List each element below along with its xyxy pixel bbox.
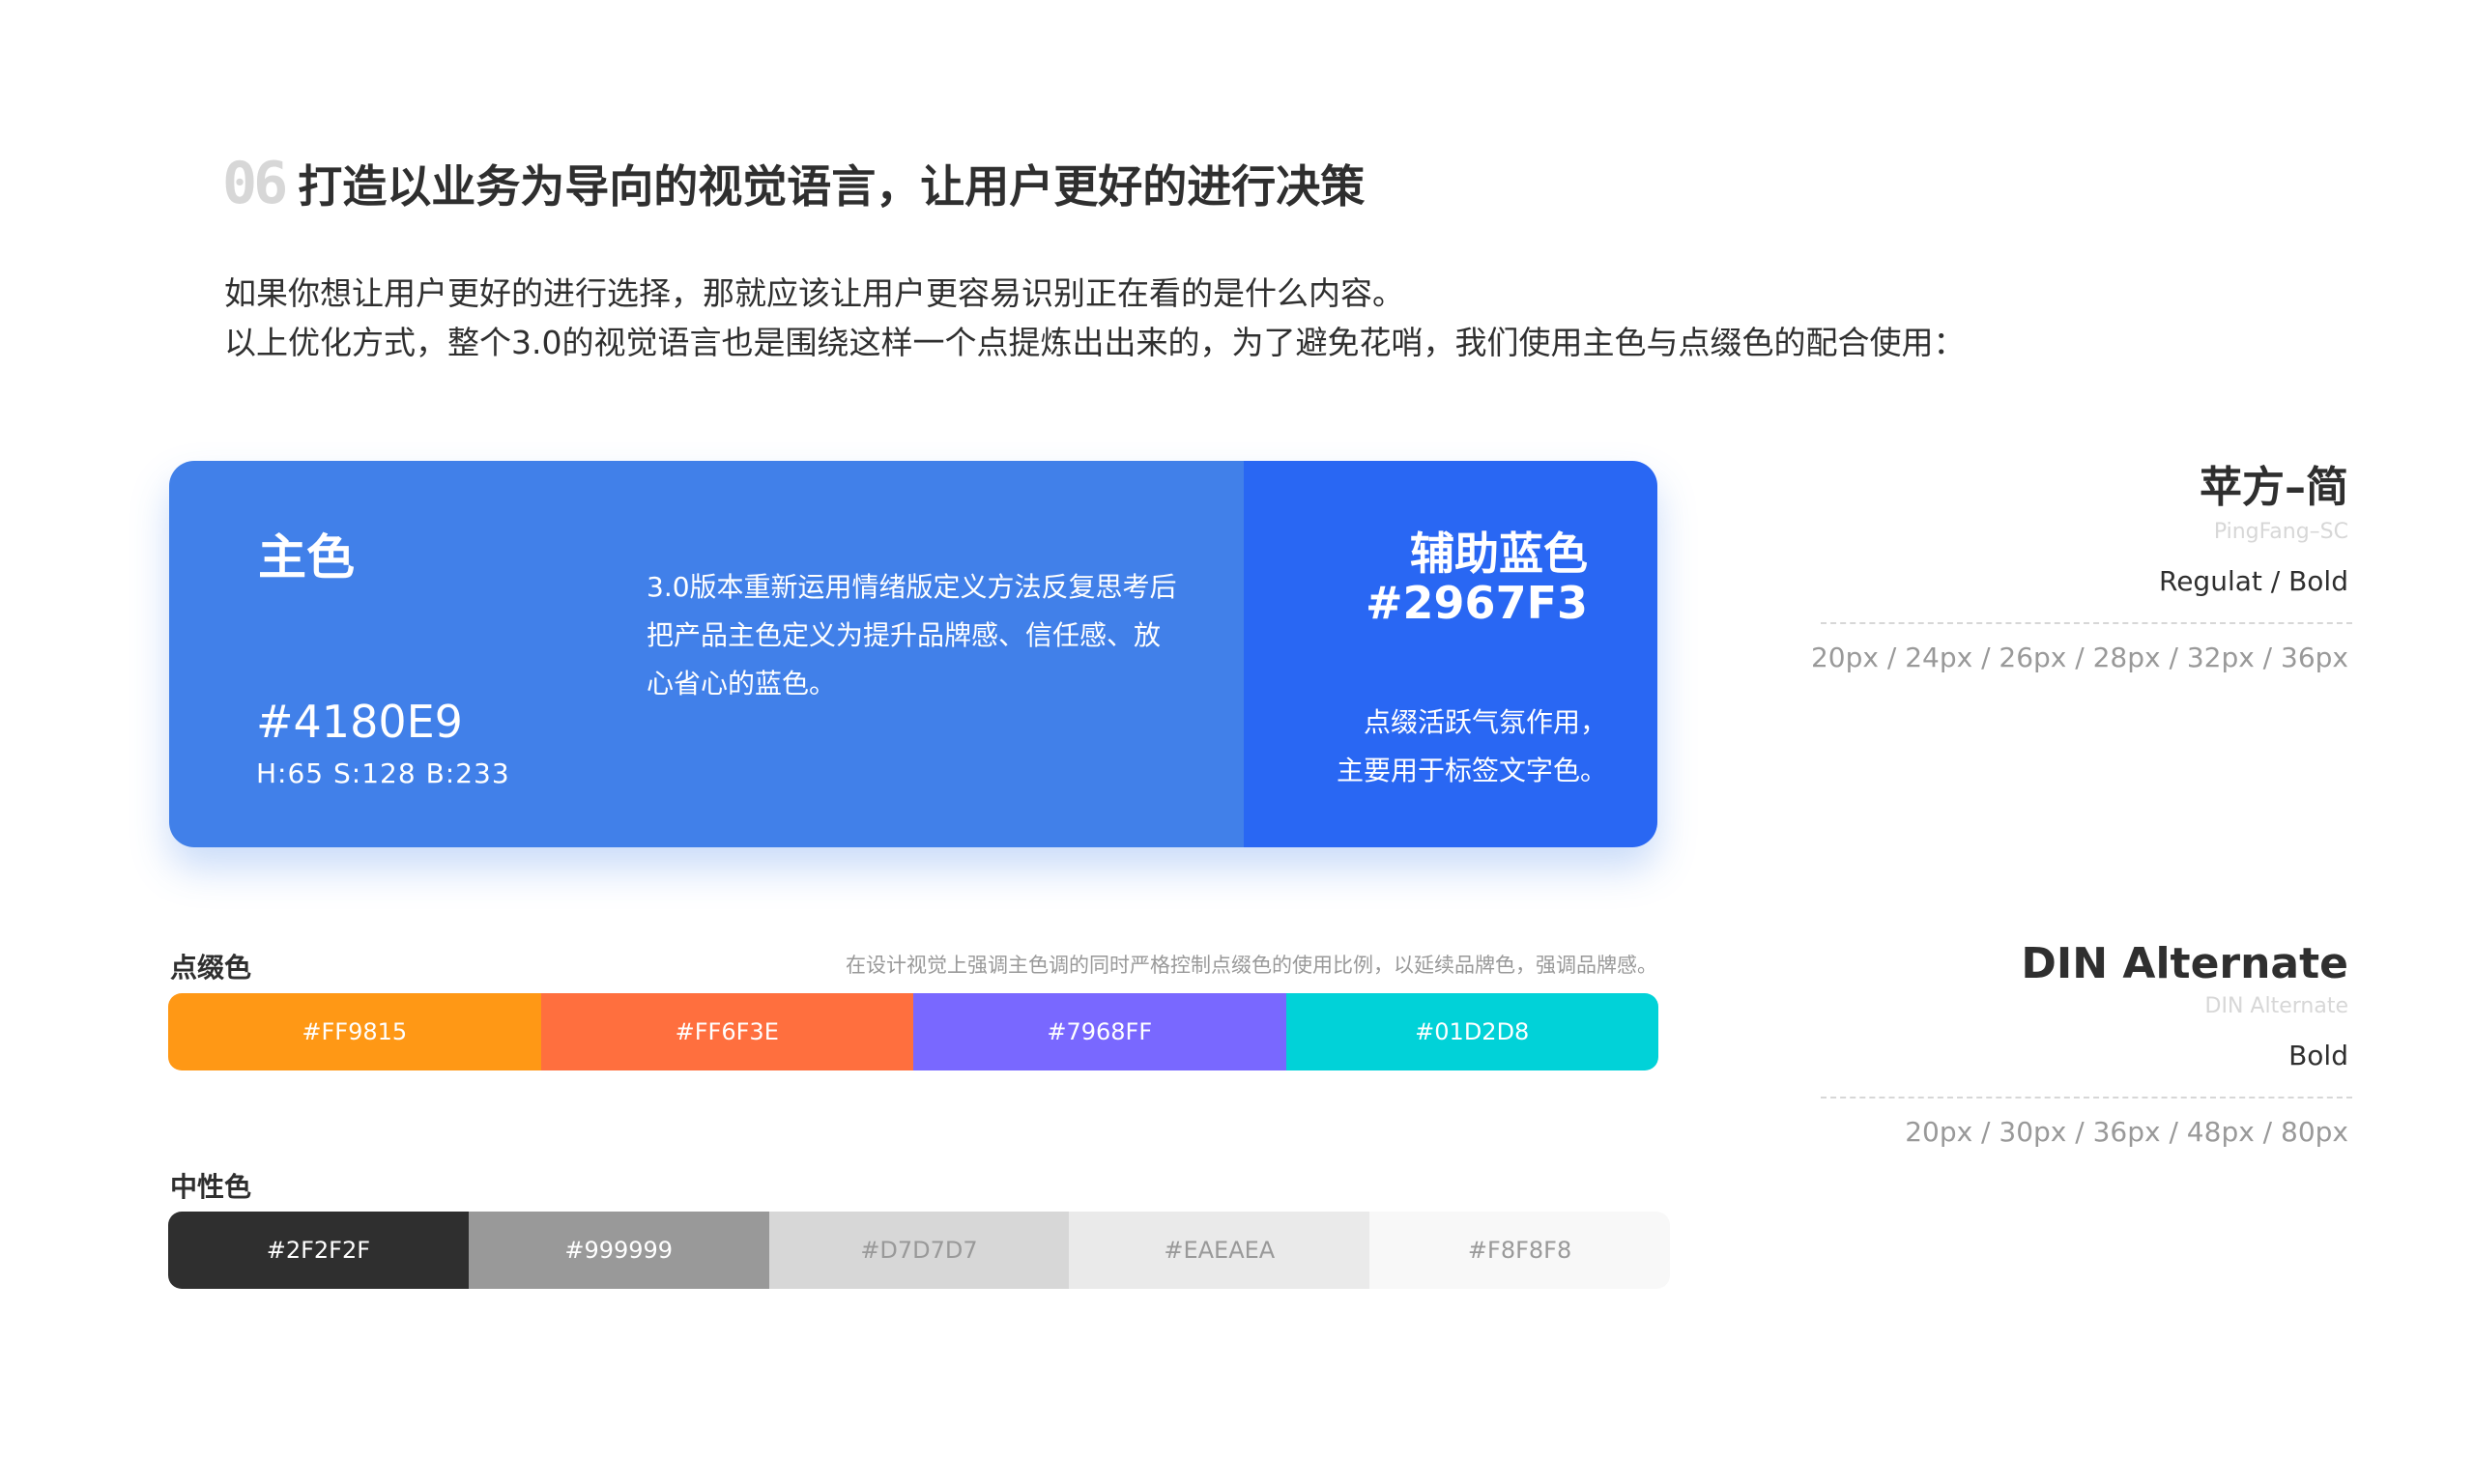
primary-color-hex: #4180E9 <box>256 696 463 748</box>
font-divider <box>1821 622 2352 624</box>
font-divider <box>1821 1097 2352 1099</box>
primary-desc-line: 3.0版本重新运用情绪版定义方法反复思考后 <box>647 571 1177 603</box>
primary-color-title: 主色 <box>258 529 355 585</box>
section-title: 打造以业务为导向的视觉语言，让用户更好的进行决策 <box>298 160 1366 213</box>
neutral-palette-swatches: #2F2F2F #999999 #D7D7D7 #EAEAEA #F8F8F8 <box>168 1212 1670 1289</box>
accent-blue-description: 点缀活跃气氛作用， 主要用于标签文字色。 <box>1337 699 1607 795</box>
color-swatch: #EAEAEA <box>1069 1212 1370 1289</box>
intro-line-1: 如果你想让用户更好的进行选择，那就应该让用户更容易识别正在看的是什么内容。 <box>224 274 1404 312</box>
accent-blue-hex: #2967F3 <box>1366 577 1588 629</box>
primary-color-panel: 主色 3.0版本重新运用情绪版定义方法反复思考后 把产品主色定义为提升品牌感、信… <box>169 461 1244 847</box>
color-swatch: #01D2D8 <box>1285 993 1658 1070</box>
color-swatch: #D7D7D7 <box>768 1212 1070 1289</box>
accent-palette-note: 在设计视觉上强调主色调的同时严格控制点缀色的使用比例，以延续品牌色，强调品牌感。 <box>846 954 1657 977</box>
accent-palette-swatches: #FF9815 #FF6F3E #7968FF #01D2D8 <box>168 993 1658 1070</box>
primary-desc-line: 心省心的蓝色。 <box>647 668 837 699</box>
color-swatch: #FF9815 <box>168 993 541 1070</box>
font-weights: Regulat / Bold <box>2159 565 2348 597</box>
accent-palette-label: 点缀色 <box>170 952 252 984</box>
main-color-card: 主色 3.0版本重新运用情绪版定义方法反复思考后 把产品主色定义为提升品牌感、信… <box>169 461 1657 847</box>
intro-paragraph: 如果你想让用户更好的进行选择，那就应该让用户更容易识别正在看的是什么内容。 以上… <box>224 269 1965 367</box>
section-heading: 06 打造以业务为导向的视觉语言，让用户更好的进行决策 <box>222 145 1365 222</box>
font-name: DIN Alternate <box>2021 939 2348 988</box>
font-sizes: 20px / 30px / 36px / 48px / 80px <box>1905 1116 2348 1148</box>
accent-blue-title: 辅助蓝色 <box>1410 528 1588 580</box>
accent-desc-line: 主要用于标签文字色。 <box>1336 755 1607 786</box>
color-swatch: #999999 <box>468 1212 769 1289</box>
neutral-palette-label: 中性色 <box>170 1171 252 1203</box>
font-sizes: 20px / 24px / 26px / 28px / 32px / 36px <box>1810 642 2348 673</box>
font-spec-pingfang: 苹方–简 PingFang–SC Regulat / Bold 20px / 2… <box>1807 452 2352 673</box>
font-name: 苹方–简 <box>2200 463 2348 512</box>
color-swatch: #2F2F2F <box>168 1212 469 1289</box>
section-number: 06 <box>222 150 288 217</box>
accent-blue-panel: 辅助蓝色 #2967F3 点缀活跃气氛作用， 主要用于标签文字色。 <box>1244 461 1657 847</box>
color-swatch: #FF6F3E <box>540 993 913 1070</box>
font-subname: DIN Alternate <box>2204 994 2348 1018</box>
primary-color-hsb: H:65 S:128 B:233 <box>256 757 510 789</box>
primary-color-description: 3.0版本重新运用情绪版定义方法反复思考后 把产品主色定义为提升品牌感、信任感、… <box>647 563 1217 708</box>
color-swatch: #7968FF <box>913 993 1286 1070</box>
primary-desc-line: 把产品主色定义为提升品牌感、信任感、放 <box>647 619 1162 651</box>
intro-line-2: 以上优化方式，整个3.0的视觉语言也是围绕这样一个点提炼出出来的，为了避免花哨，… <box>224 324 1966 361</box>
accent-desc-line: 点缀活跃气氛作用， <box>1363 706 1607 738</box>
font-spec-din: DIN Alternate DIN Alternate Bold 20px / … <box>1807 939 2352 1148</box>
color-swatch: #F8F8F8 <box>1369 1212 1670 1289</box>
font-weights: Bold <box>2288 1040 2348 1071</box>
font-subname: PingFang–SC <box>2213 520 2348 544</box>
